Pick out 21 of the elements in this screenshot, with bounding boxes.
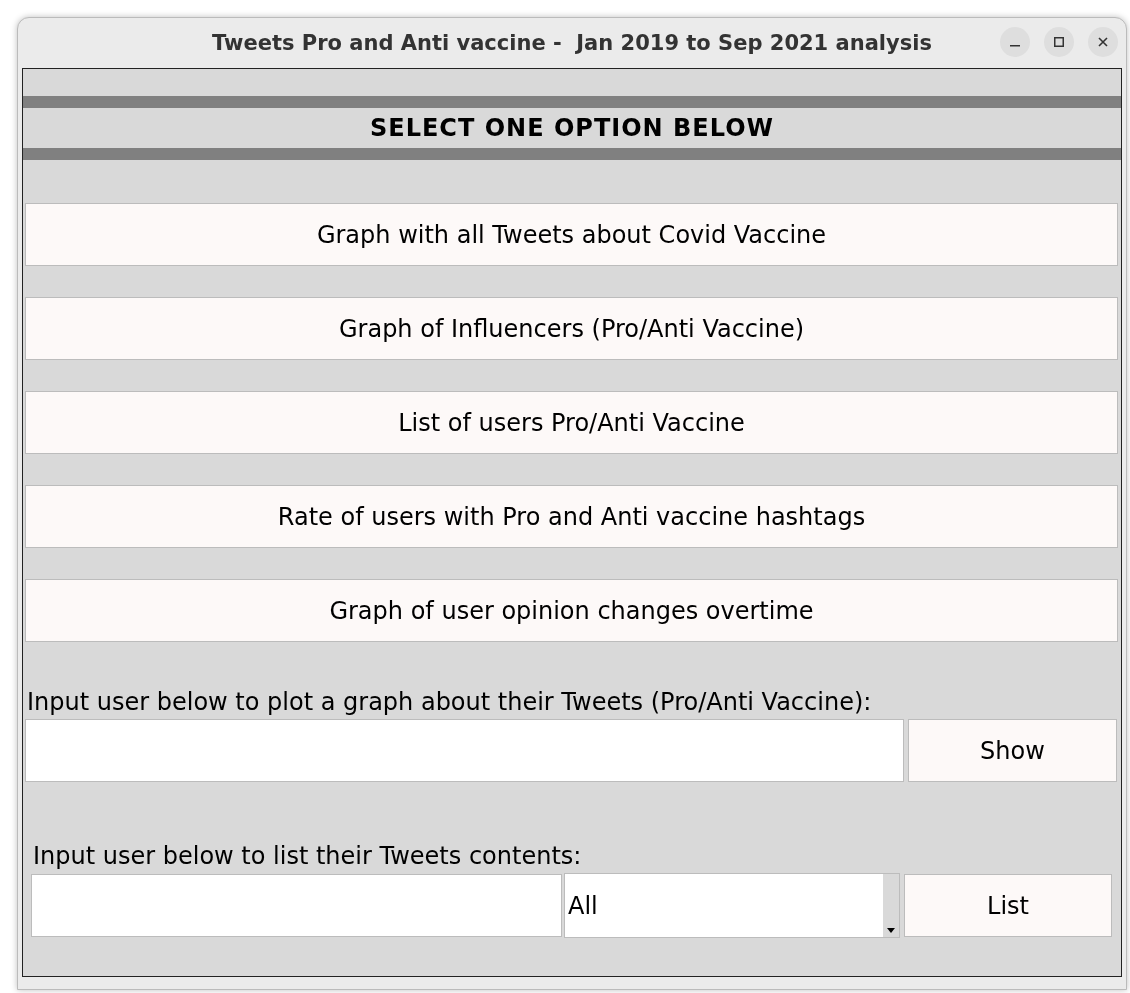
field-label: Input user below to plot a graph about their Tweets (Pro/Anti Vaccine): (27, 688, 872, 716)
list-button[interactable]: List (904, 874, 1112, 937)
close-icon (1098, 37, 1108, 47)
option-button[interactable]: Rate of users with Pro and Anti vaccine hashtags (25, 485, 1118, 548)
field-label: Input user below to list their Tweets contents: (33, 842, 582, 870)
filter-dropdown[interactable]: All (564, 873, 900, 938)
minimize-icon (1010, 45, 1020, 47)
window-title: Tweets Pro and Anti vaccine - Jan 2019 to Sep 2021 analysis (212, 31, 932, 55)
dropdown-arrow-icon (887, 928, 895, 934)
option-button[interactable]: Graph with all Tweets about Covid Vaccine (25, 203, 1118, 266)
user-input-field[interactable] (31, 874, 562, 937)
option-button[interactable]: Graph of Influencers (Pro/Anti Vaccine) (25, 297, 1118, 360)
show-button[interactable]: Show (908, 719, 1117, 782)
maximize-button[interactable] (1044, 27, 1074, 57)
maximize-icon (1054, 37, 1064, 47)
minimize-button[interactable] (1000, 27, 1030, 57)
close-button[interactable] (1088, 27, 1118, 57)
section-heading: SELECT ONE OPTION BELOW (368, 113, 776, 144)
user-input-field[interactable] (25, 719, 904, 782)
option-button[interactable]: List of users Pro/Anti Vaccine (25, 391, 1118, 454)
option-button[interactable]: Graph of user opinion changes overtime (25, 579, 1118, 642)
